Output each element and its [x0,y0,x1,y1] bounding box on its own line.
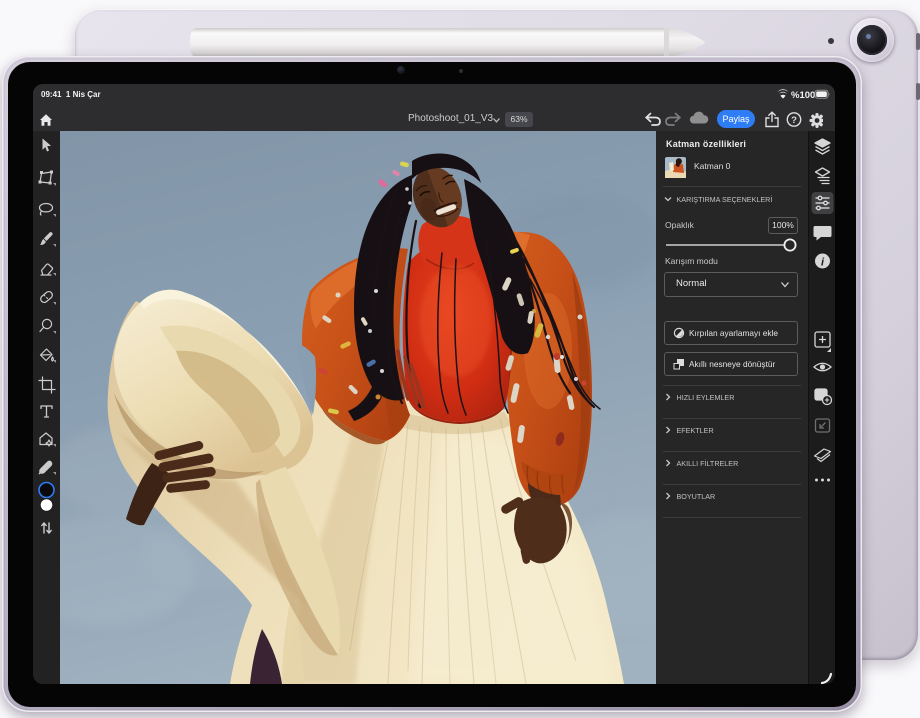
svg-text:?: ? [791,115,797,126]
svg-text:%100: %100 [791,90,815,101]
